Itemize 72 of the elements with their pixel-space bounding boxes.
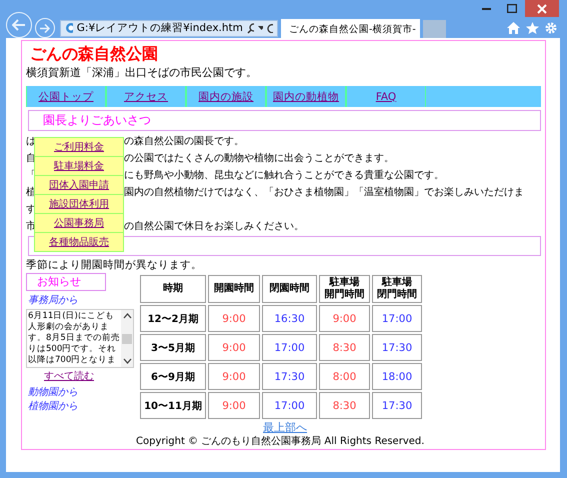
table-cell: 17:30 [372, 392, 422, 419]
read-all-link[interactable]: すべて読む [44, 370, 94, 383]
table-cell: 18:00 [372, 363, 422, 390]
table-cell: 17:30 [372, 334, 422, 361]
column-header: 時期 [140, 275, 206, 303]
site-title: ごんの森自然公園 [30, 43, 159, 65]
column-header: 開園時間 [208, 275, 260, 303]
section-heading: 園長よりごあいさつ [28, 110, 541, 131]
news-source-link[interactable]: 動物園から [28, 386, 78, 399]
news-source-link[interactable]: 植物園から [28, 400, 78, 413]
site-subtitle: 横須賀新道「深浦」出口そばの市民公園です。 [26, 65, 258, 80]
settings-icon[interactable] [545, 22, 557, 34]
dropdown-icon[interactable] [258, 26, 263, 30]
nav-link[interactable]: 園内の施設 [186, 86, 266, 107]
column-header: 閉園時間 [262, 275, 317, 303]
hours-note: 季節により開園時間が異なります。 [26, 258, 203, 273]
scrollbar[interactable] [121, 310, 133, 367]
table-cell: 8:00 [319, 363, 370, 390]
table-cell: 9:00 [208, 305, 260, 332]
text-fragment: す [26, 204, 36, 215]
table-cell: 9:00 [319, 305, 370, 332]
back-arrow-icon [12, 19, 26, 31]
menu-item[interactable]: ご利用料金 [34, 137, 124, 157]
scroll-up-icon[interactable] [122, 313, 132, 319]
table-cell: 17:00 [262, 334, 317, 361]
nav-link[interactable]: 園内の動植物 [266, 86, 346, 107]
table-cell: 17:00 [262, 392, 317, 419]
news-scroll-box[interactable]: 6月11日(日)にこども人形劇の会があります。8月5日までの前売りは500円です。それ以降は700円となりま [26, 309, 134, 368]
greeting-text: にも野鳥や小動物、昆虫などに触れ合うことができる貴重な公園です。 [124, 168, 444, 183]
home-icon[interactable] [507, 22, 520, 34]
table-cell: 9:00 [208, 392, 260, 419]
nav-link[interactable]: 公園トップ [26, 86, 106, 107]
table-cell: 8:30 [319, 392, 370, 419]
menu-item[interactable]: 駐車場料金 [34, 156, 124, 176]
table-cell: 17:00 [372, 305, 422, 332]
table-cell: 17:30 [262, 363, 317, 390]
greeting-text: の森自然公園の園長です。 [124, 134, 244, 149]
nav-link[interactable]: アクセス [106, 86, 186, 107]
column-header: 駐車場閉門時間 [372, 275, 422, 303]
copyright-text: Copyright © ごんのもり自然公園事務局 All Rights Reserved. [136, 435, 426, 448]
forward-arrow-icon [40, 24, 50, 32]
text-fragment: 市 [26, 221, 36, 232]
refresh-icon[interactable] [266, 23, 273, 33]
news-source-link[interactable]: 事務局から [28, 294, 78, 307]
page-icon [65, 22, 73, 34]
menu-item[interactable]: 各種物品販売 [34, 232, 124, 252]
scroll-thumb[interactable] [122, 334, 132, 344]
menu-item[interactable]: 公園事務局 [34, 213, 124, 233]
greeting-text: 園内の自然植物だけではなく、「おひさま植物園」「温室植物園」でお楽しみいただけま [124, 186, 524, 200]
news-heading: お知らせ [26, 273, 106, 291]
nav-link[interactable]: FAQ [346, 86, 426, 107]
address-field[interactable]: G:¥レイアウトの練習¥index.htm [60, 20, 278, 36]
table-cell: 8:30 [319, 334, 370, 361]
column-header: 駐車場開門時間 [319, 275, 370, 303]
close-icon[interactable] [525, 0, 559, 17]
news-text: 6月11日(日)にこども人形劇の会があります。8月5日までの前売りは500円です。それ以降は700円となりま [27, 310, 121, 367]
star-icon[interactable] [526, 22, 539, 34]
greeting-text: の公園ではたくさんの動物や植物に出会うことができます。 [124, 152, 394, 166]
browser-tab[interactable]: ごんの森自然公園-横須賀市- [281, 19, 420, 39]
table-cell: 9:00 [208, 334, 260, 361]
search-icon[interactable] [246, 22, 254, 34]
back-to-top-link[interactable]: 最上部へ [263, 421, 307, 434]
table-cell: 12〜2月期 [140, 305, 206, 332]
table-cell: 10〜11月期 [140, 392, 206, 419]
menu-item[interactable]: 施設団体利用 [34, 194, 124, 214]
menu-item[interactable]: 団体入園申請 [34, 175, 124, 195]
table-cell: 3〜5月期 [140, 334, 206, 361]
scroll-down-icon[interactable] [122, 358, 132, 364]
table-cell: 9:00 [208, 363, 260, 390]
table-cell: 16:30 [262, 305, 317, 332]
greeting-text: の自然公園で休日をお楽しみください。 [124, 220, 304, 234]
table-cell: 6〜9月期 [140, 363, 206, 390]
